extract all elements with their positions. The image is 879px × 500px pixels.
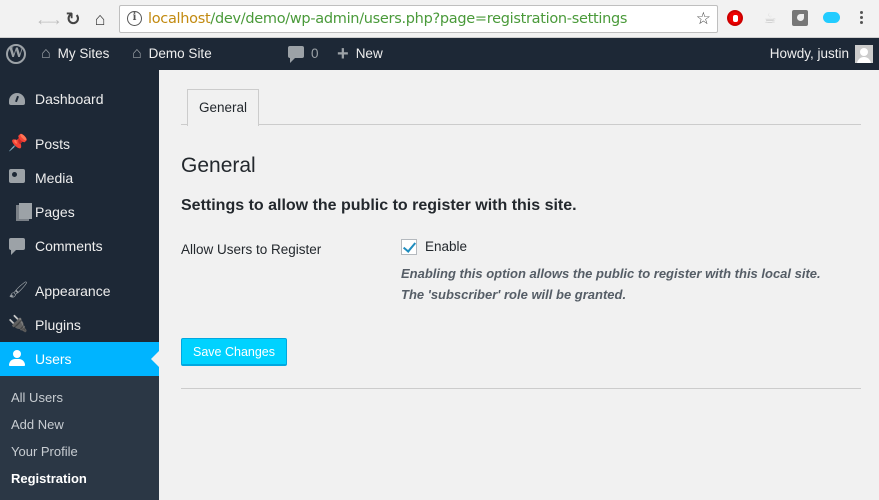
avatar (855, 45, 873, 63)
forward-icon[interactable]: → (44, 9, 64, 29)
sidebar-item-dashboard[interactable]: Dashboard (0, 82, 159, 116)
comments-icon (8, 237, 26, 255)
sidebar-item-plugins[interactable]: 🔌 Plugins (0, 308, 159, 342)
users-icon (8, 350, 26, 368)
wordpress-logo-button[interactable]: W (6, 38, 26, 70)
divider (181, 388, 861, 389)
submenu-item-registration[interactable]: Registration (11, 471, 87, 486)
stop-hand-icon[interactable] (727, 10, 743, 26)
browser-toolbar: ← → ↻ ⌂ i localhost/dev/demo/wp-admin/us… (0, 0, 879, 38)
submenu-item-all-users[interactable]: All Users (11, 390, 63, 405)
account-menu[interactable]: Howdy, justin (770, 38, 873, 70)
java-icon[interactable]: ☕ (762, 10, 778, 26)
sidebar-item-pages[interactable]: Pages (0, 195, 159, 229)
main-content: General General Settings to allow the pu… (159, 70, 879, 500)
save-changes-button[interactable]: Save Changes (181, 338, 288, 366)
sidebar-item-appearance[interactable]: 🖌 Appearance (0, 274, 159, 308)
info-icon[interactable]: i (127, 11, 142, 26)
sidebar-item-label: Posts (35, 136, 71, 152)
my-sites-button[interactable]: ⌂ My Sites (41, 38, 109, 70)
submenu-item-add-new[interactable]: Add New (11, 417, 64, 432)
admin-bar: W ⌂ My Sites ⌂ Demo Site 0 + New Howdy, … (0, 38, 879, 70)
url-text[interactable]: localhost/dev/demo/wp-admin/users.php?pa… (148, 11, 627, 27)
description-line-2: The 'subscriber' role will be granted. (401, 287, 627, 302)
admin-sidebar: Dashboard 📌 Posts Media Pages Comments 🖌… (0, 70, 159, 500)
sidebar-item-label: Comments (35, 238, 103, 254)
sidebar-item-label: Plugins (35, 317, 81, 333)
comments-count: 0 (311, 46, 319, 61)
sidebar-item-posts[interactable]: 📌 Posts (0, 127, 159, 161)
enable-label[interactable]: Enable (425, 239, 467, 254)
plus-icon: + (337, 43, 349, 65)
dashboard-icon (8, 90, 26, 108)
wordpress-logo-icon: W (6, 44, 26, 64)
my-sites-label: My Sites (57, 46, 110, 61)
reload-icon[interactable]: ↻ (63, 9, 83, 29)
new-content-button[interactable]: + New (337, 38, 383, 70)
address-bar[interactable]: i localhost/dev/demo/wp-admin/users.php?… (119, 5, 718, 33)
home-icon: ⌂ (132, 45, 142, 62)
my-sites-icon: ⌂ (41, 45, 51, 62)
browser-menu-icon[interactable] (860, 11, 864, 26)
sidebar-item-comments[interactable]: Comments (0, 229, 159, 263)
cloud-icon[interactable] (823, 12, 840, 23)
howdy-label: Howdy, justin (769, 46, 849, 61)
pages-icon (8, 203, 32, 221)
pin-icon: 📌 (8, 135, 28, 152)
sidebar-item-media[interactable]: Media (0, 161, 159, 195)
comment-bubble-icon (288, 38, 304, 70)
sidebar-item-label: Pages (35, 204, 75, 220)
site-name-label: Demo Site (148, 46, 212, 61)
media-icon (8, 169, 26, 187)
home-icon[interactable]: ⌂ (90, 9, 110, 29)
enable-registration-checkbox[interactable] (401, 239, 417, 255)
users-submenu: All Users Add New Your Profile Registrat… (0, 376, 159, 500)
site-name-button[interactable]: ⌂ Demo Site (132, 38, 212, 70)
bookmark-star-icon[interactable]: ☆ (696, 9, 711, 29)
field-description: Enabling this option allows the public t… (401, 263, 821, 305)
plugin-icon: 🔌 (8, 316, 28, 333)
sidebar-item-label: Appearance (35, 283, 111, 299)
description-line-1: Enabling this option allows the public t… (401, 266, 821, 281)
submenu-item-your-profile[interactable]: Your Profile (11, 444, 78, 459)
sidebar-item-users[interactable]: Users (0, 342, 159, 376)
paintbrush-icon: 🖌 (8, 282, 29, 299)
comments-button[interactable]: 0 (288, 38, 319, 70)
sidebar-item-label: Users (35, 351, 72, 367)
gray-extension-icon[interactable] (792, 10, 808, 26)
section-subtitle: Settings to allow the public to register… (181, 197, 577, 214)
new-label: New (355, 46, 383, 61)
allow-register-label: Allow Users to Register (181, 242, 322, 257)
sidebar-item-label: Media (35, 170, 74, 186)
tab-general[interactable]: General (187, 89, 260, 126)
section-title: General (181, 154, 256, 177)
settings-tabs: General (181, 89, 861, 126)
sidebar-item-label: Dashboard (35, 91, 104, 107)
